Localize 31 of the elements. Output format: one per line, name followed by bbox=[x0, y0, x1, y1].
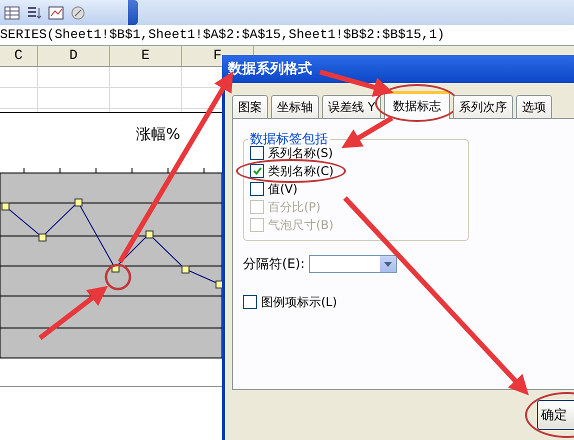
separator-label: 分隔符(E): bbox=[243, 256, 305, 273]
column-header[interactable]: C bbox=[0, 46, 38, 66]
separator-dropdown[interactable] bbox=[308, 255, 397, 273]
ok-button[interactable]: 确定 bbox=[537, 400, 574, 430]
chart-title: 涨幅% bbox=[136, 125, 180, 144]
highlight-ring bbox=[104, 264, 132, 290]
table-icon[interactable] bbox=[4, 6, 20, 20]
dropdown-arrow-icon[interactable] bbox=[384, 262, 392, 266]
checkbox[interactable] bbox=[250, 164, 264, 178]
checkbox-label[interactable]: 图例项标示(L) bbox=[261, 294, 338, 310]
tab[interactable]: 选项 bbox=[516, 95, 552, 118]
annotation-arrow bbox=[341, 116, 394, 148]
tab[interactable]: 系列次序 bbox=[453, 95, 514, 118]
chart-icon[interactable] bbox=[48, 4, 64, 20]
column-header[interactable]: E bbox=[110, 46, 182, 66]
dialog-title: 数据系列格式 bbox=[222, 55, 574, 83]
checkbox-label[interactable]: 类别名称(C) bbox=[268, 162, 334, 180]
tab[interactable]: 数据标志 bbox=[384, 91, 450, 119]
checkbox[interactable] bbox=[250, 146, 264, 160]
column-header[interactable]: D bbox=[38, 46, 110, 66]
tab[interactable]: 坐标轴 bbox=[271, 95, 319, 118]
drawing-icon[interactable] bbox=[70, 4, 86, 20]
toolbar-options-button[interactable] bbox=[128, 0, 138, 25]
sort-icon[interactable] bbox=[26, 6, 42, 20]
checkbox-label[interactable]: 值(V) bbox=[268, 180, 298, 198]
checkbox[interactable] bbox=[250, 182, 264, 196]
tab[interactable]: 误差线 Y bbox=[322, 95, 382, 118]
group-label: 数据标签包括 bbox=[248, 130, 330, 148]
tab[interactable]: 图案 bbox=[232, 95, 268, 118]
checkbox[interactable] bbox=[243, 295, 257, 309]
annotation-arrow bbox=[38, 286, 108, 340]
